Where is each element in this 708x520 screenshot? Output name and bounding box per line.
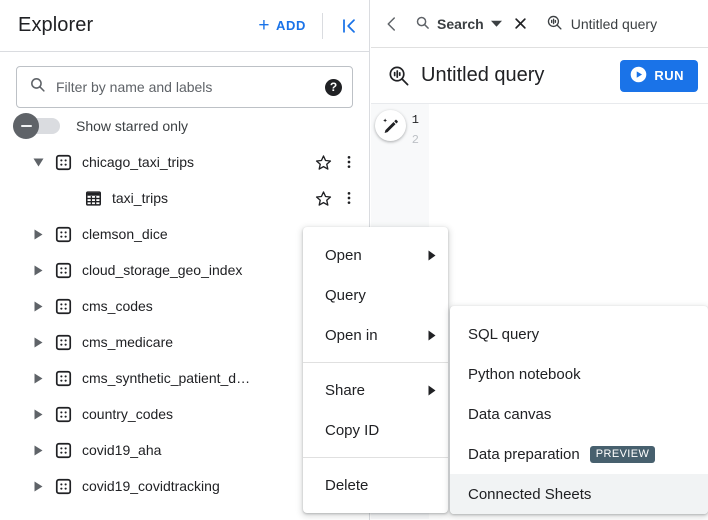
dataset-icon [50,226,76,243]
chevron-left-icon[interactable] [375,7,409,41]
explorer-header: Explorer + ADD [0,0,369,52]
context-menu-item-label: Share [325,381,366,399]
table-icon [80,190,106,207]
query-title: Untitled query [421,64,545,86]
add-button-label: ADD [276,18,306,33]
dataset-icon [50,154,76,171]
submenu-item-label: Python notebook [468,365,581,383]
search-icon [415,15,430,33]
caret-right-icon[interactable] [26,265,50,276]
context-menu-item[interactable]: Delete [303,465,448,505]
preview-badge: PREVIEW [589,445,656,463]
app-root: Explorer + ADD Filter by name and labels… [0,0,708,520]
close-icon[interactable] [508,11,534,37]
submenu-item[interactable]: Data preparation PREVIEW [450,434,708,474]
run-button[interactable]: RUN [620,59,698,92]
dataset-icon [50,298,76,315]
caret-down-icon[interactable] [26,158,50,167]
submenu-item[interactable]: Data canvas [450,394,708,434]
submenu-arrow-icon [428,330,436,341]
run-button-label: RUN [654,68,684,83]
context-menu-item[interactable]: Open [303,235,448,275]
tree-row-label: covid19_covidtracking [82,478,220,494]
context-menu-item-label: Delete [325,476,369,494]
submenu-arrow-icon [428,385,436,396]
caret-right-icon[interactable] [26,445,50,456]
caret-right-icon[interactable] [26,409,50,420]
tab-untitled-query-label: Untitled query [570,15,658,32]
tree-row-label: cms_medicare [82,334,174,350]
open-in-submenu: SQL query Python notebook Data canvas Data … [450,306,708,514]
context-menu-item-label: Query [325,286,366,304]
dataset-icon [50,262,76,279]
context-menu-item-label: Open in [325,326,378,344]
submenu-item-label: Connected Sheets [468,485,592,503]
submenu-item[interactable]: Connected Sheets [450,474,708,514]
submenu-item-label: SQL query [468,325,540,343]
show-starred-only-label: Show starred only [76,118,189,134]
show-starred-only-toggle[interactable] [13,113,60,139]
header-divider [322,12,323,39]
context-menu-item-label: Open [325,246,362,264]
context-menu-item[interactable]: Share [303,370,448,410]
context-menu-item[interactable]: Copy ID [303,410,448,450]
submenu-item-label: Data canvas [468,405,552,423]
starred-toggle-row: Show starred only [0,108,369,140]
star-icon[interactable] [309,184,337,212]
caret-down-icon[interactable] [490,16,502,32]
tree-row-label: cloud_storage_geo_index [82,262,243,278]
collapse-panel-icon[interactable] [329,6,369,46]
tab-bar: Search Untitled query [371,0,708,48]
tree-row[interactable]: chicago_taxi_trips [0,144,369,180]
tree-row-label: clemson_dice [82,226,168,242]
more-options-icon[interactable] [337,148,361,176]
filter-section: ? [0,52,369,108]
tree-row-label: cms_synthetic_patient_d… [82,370,251,386]
search-icon [29,76,46,98]
play-icon [630,66,647,86]
tab-search-label: Search [437,15,484,32]
submenu-item[interactable]: SQL query [450,314,708,354]
tree-row-label: country_codes [82,406,174,422]
caret-right-icon[interactable] [26,301,50,312]
submenu-arrow-icon [428,250,436,261]
tree-row-label: chicago_taxi_trips [82,154,195,170]
search-input[interactable] [56,79,325,95]
context-menu: Open Query Open in Share Copy ID Delete [303,227,448,513]
toggle-knob [13,113,39,139]
context-menu-item[interactable]: Query [303,275,448,315]
submenu-item-label: Data preparation [468,445,580,463]
dataset-icon [50,478,76,495]
dataset-icon [50,370,76,387]
tree-row-label: covid19_aha [82,442,162,458]
dataset-icon [50,334,76,351]
tab-search[interactable]: Search [409,0,506,48]
caret-right-icon[interactable] [26,337,50,348]
context-menu-item-label: Copy ID [325,421,380,439]
tree-row-label: taxi_trips [112,190,169,206]
submenu-item[interactable]: Python notebook [450,354,708,394]
filter-box[interactable]: ? [16,66,353,108]
query-icon [546,14,563,34]
caret-right-icon[interactable] [26,481,50,492]
tab-untitled-query[interactable]: Untitled query [546,0,657,48]
tree-row-label: cms_codes [82,298,153,314]
dataset-icon [50,442,76,459]
plus-icon: + [258,15,271,36]
page-title: Explorer [18,14,94,36]
caret-right-icon[interactable] [26,373,50,384]
menu-separator [303,457,448,458]
help-icon[interactable]: ? [325,78,342,96]
dataset-icon [50,406,76,423]
tree-row[interactable]: taxi_trips [0,180,369,216]
star-icon[interactable] [309,148,337,176]
magic-pencil-icon[interactable] [375,110,406,141]
caret-right-icon[interactable] [26,229,50,240]
menu-separator [303,362,448,363]
add-button[interactable]: + ADD [250,10,314,41]
more-options-icon[interactable] [337,184,361,212]
query-header: Untitled query RUN [371,48,708,104]
context-menu-item[interactable]: Open in [303,315,448,355]
query-icon [383,64,413,87]
